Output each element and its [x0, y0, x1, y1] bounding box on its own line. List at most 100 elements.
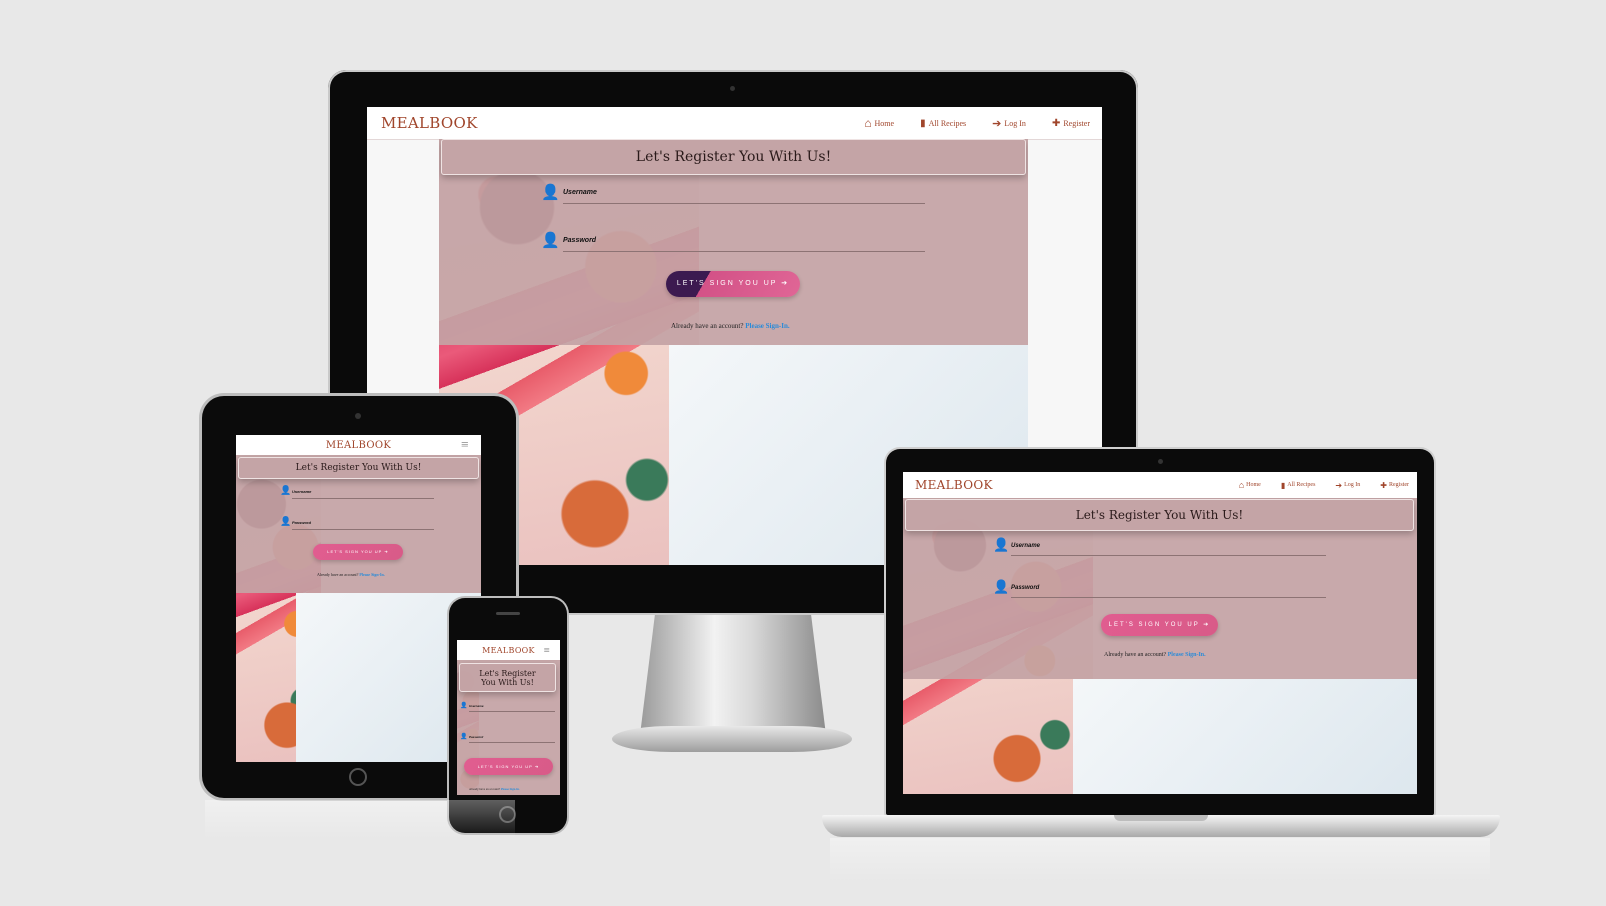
- laptop-camera: [1158, 459, 1163, 464]
- laptop-user-add-icon: 👤: [993, 538, 1010, 553]
- navbar: MEALBOOK ⌂ Home ▮ All Recipes ➔ Log In ✚…: [367, 107, 1102, 140]
- phone-username-field[interactable]: 👤 Username: [460, 702, 556, 712]
- tablet-sign-up-button[interactable]: LET'S SIGN YOU UP ➔: [313, 544, 403, 560]
- laptop-sign-in-icon: ➔: [1203, 622, 1211, 628]
- password-underline: [563, 251, 925, 252]
- tablet-sign-up-button-label: LET'S SIGN YOU UP: [327, 549, 383, 554]
- laptop-notch: [1114, 815, 1208, 821]
- plus-square-icon: ✚: [1051, 117, 1061, 129]
- phone-username-label: Username: [469, 704, 484, 708]
- tablet-menu-icon[interactable]: ≡: [461, 440, 469, 451]
- tablet-password-label: Password: [292, 520, 311, 525]
- phone-username-underline: [469, 711, 555, 712]
- tablet-sign-in-icon: ➔: [384, 549, 389, 554]
- password-field[interactable]: 👤 Password: [541, 231, 926, 253]
- laptop-user-lock-icon: 👤: [993, 580, 1010, 595]
- nav-all-recipes[interactable]: ▮ All Recipes: [920, 118, 966, 129]
- nav-register-label: Register: [1063, 118, 1090, 128]
- home-icon: ⌂: [864, 115, 872, 130]
- phone-already-account-text: Already have an account? Please Sign-In.: [469, 787, 520, 791]
- laptop-nav-links: ⌂ Home ▮ All Recipes ➔ Log In ✚ Register: [1227, 472, 1409, 498]
- username-field[interactable]: 👤 Username: [541, 183, 926, 205]
- laptop-username-field[interactable]: 👤 Username: [993, 538, 1328, 556]
- brand-logo[interactable]: MEALBOOK: [381, 114, 478, 132]
- sign-up-button[interactable]: LET'S SIGN YOU UP ➔: [666, 271, 800, 297]
- tablet-already-account-text: Already have an account? Please Sign-In.: [317, 572, 385, 577]
- phone-page-title: Let's Register You With Us!: [459, 663, 556, 692]
- tablet-brand-logo[interactable]: MEALBOOK: [326, 440, 391, 451]
- laptop-screen: MEALBOOK ⌂ Home ▮ All Recipes ➔ Log In ✚…: [903, 472, 1417, 794]
- laptop-username-label: Username: [1011, 543, 1041, 549]
- nav-log-in-label: Log In: [1004, 118, 1026, 128]
- nav-register[interactable]: ✚ Register: [1052, 118, 1090, 129]
- laptop-password-field[interactable]: 👤 Password: [993, 580, 1328, 598]
- phone-screen: MEALBOOK ≡ Let's Register You With Us! 👤…: [457, 640, 560, 795]
- tablet-sign-in-link[interactable]: Please Sign-In.: [359, 572, 384, 577]
- nav-home[interactable]: ⌂ Home: [864, 116, 894, 131]
- tablet-username-underline: [292, 498, 434, 499]
- phone-sign-up-button-label: LET'S SIGN YOU UP: [477, 764, 533, 769]
- phone-speaker: [496, 612, 520, 615]
- tablet-user-add-icon: 👤: [280, 486, 292, 496]
- laptop-nav-register-label: Register: [1389, 482, 1409, 488]
- phone-sign-in-icon: ➔: [534, 764, 540, 769]
- tablet-page-title: Let's Register You With Us!: [238, 457, 479, 479]
- phone-password-label: Password: [469, 735, 484, 739]
- laptop-already-account-text: Already have an account? Please Sign-In.: [1104, 652, 1206, 658]
- tablet-already-account-label: Already have an account?: [317, 572, 359, 577]
- already-account-label: Already have an account?: [671, 322, 744, 330]
- monitor-camera: [730, 86, 735, 91]
- tablet-page-content: Let's Register You With Us! 👤 Username 👤…: [236, 455, 481, 762]
- nav-all-recipes-label: All Recipes: [928, 118, 967, 128]
- laptop-reflection: [830, 838, 1490, 883]
- tablet-home-button[interactable]: [349, 768, 367, 786]
- phone-already-account-label: Already have an account?: [469, 787, 501, 791]
- phone-sign-up-button[interactable]: LET'S SIGN YOU UP ➔: [464, 758, 553, 775]
- phone-page-title-line2: You With Us!: [481, 678, 534, 687]
- laptop-page-background: [1073, 679, 1417, 794]
- phone-menu-icon[interactable]: ≡: [543, 646, 550, 655]
- page-title: Let's Register You With Us!: [441, 139, 1026, 175]
- username-underline: [563, 203, 925, 204]
- sign-in-icon: ➔: [781, 280, 790, 287]
- laptop-brand-logo[interactable]: MEALBOOK: [915, 478, 993, 492]
- monitor-stand: [640, 615, 826, 735]
- laptop-sign-up-button[interactable]: LET'S SIGN YOU UP ➔: [1101, 614, 1218, 636]
- phone-password-field[interactable]: 👤 Password: [460, 733, 556, 743]
- monitor-base: [612, 726, 852, 752]
- nav-home-label: Home: [874, 118, 895, 128]
- tablet-username-label: Username: [292, 489, 312, 494]
- laptop-password-underline: [1011, 597, 1326, 598]
- phone-sign-in-link[interactable]: Please Sign-In.: [501, 787, 520, 791]
- nav-links: ⌂ Home ▮ All Recipes ➔ Log In ✚ Register: [848, 107, 1090, 139]
- laptop-book-icon: ▮: [1280, 480, 1286, 490]
- phone-brand-logo[interactable]: MEALBOOK: [482, 646, 535, 655]
- phone-navbar: MEALBOOK ≡: [457, 640, 560, 661]
- laptop-already-account-label: Already have an account?: [1104, 652, 1167, 658]
- username-label: Username: [563, 189, 597, 196]
- laptop-sign-in-link[interactable]: Please Sign-In.: [1168, 652, 1206, 658]
- laptop-page-content: Let's Register You With Us! 👤 Username 👤…: [903, 498, 1417, 794]
- laptop-nav-home[interactable]: ⌂ Home: [1239, 480, 1261, 490]
- tablet-screen: MEALBOOK ≡ Let's Register You With Us! 👤…: [236, 435, 481, 762]
- tablet-navbar: MEALBOOK ≡: [236, 435, 481, 456]
- sign-in-link[interactable]: Please Sign-In.: [745, 322, 789, 330]
- laptop-username-underline: [1011, 555, 1326, 556]
- laptop-login-icon: ➔: [1335, 480, 1343, 490]
- phone-user-add-icon: 👤: [460, 702, 468, 709]
- tablet-reflection: [205, 800, 515, 840]
- laptop-nav-log-in[interactable]: ➔ Log In: [1335, 481, 1360, 490]
- user-lock-icon: 👤: [541, 231, 560, 249]
- laptop-nav-register[interactable]: ✚ Register: [1380, 481, 1409, 490]
- laptop-navbar: MEALBOOK ⌂ Home ▮ All Recipes ➔ Log In ✚…: [903, 472, 1417, 499]
- laptop-nav-all-recipes[interactable]: ▮ All Recipes: [1281, 481, 1316, 490]
- laptop-page-title: Let's Register You With Us!: [905, 499, 1414, 531]
- tablet-username-field[interactable]: 👤 Username: [280, 486, 435, 500]
- tablet-password-field[interactable]: 👤 Password: [280, 517, 435, 531]
- user-add-icon: 👤: [541, 183, 560, 201]
- password-label: Password: [563, 237, 597, 244]
- tablet-password-underline: [292, 529, 434, 530]
- tablet-user-lock-icon: 👤: [280, 517, 292, 527]
- laptop-nav-home-label: Home: [1246, 482, 1261, 488]
- nav-log-in[interactable]: ➔ Log In: [992, 117, 1026, 130]
